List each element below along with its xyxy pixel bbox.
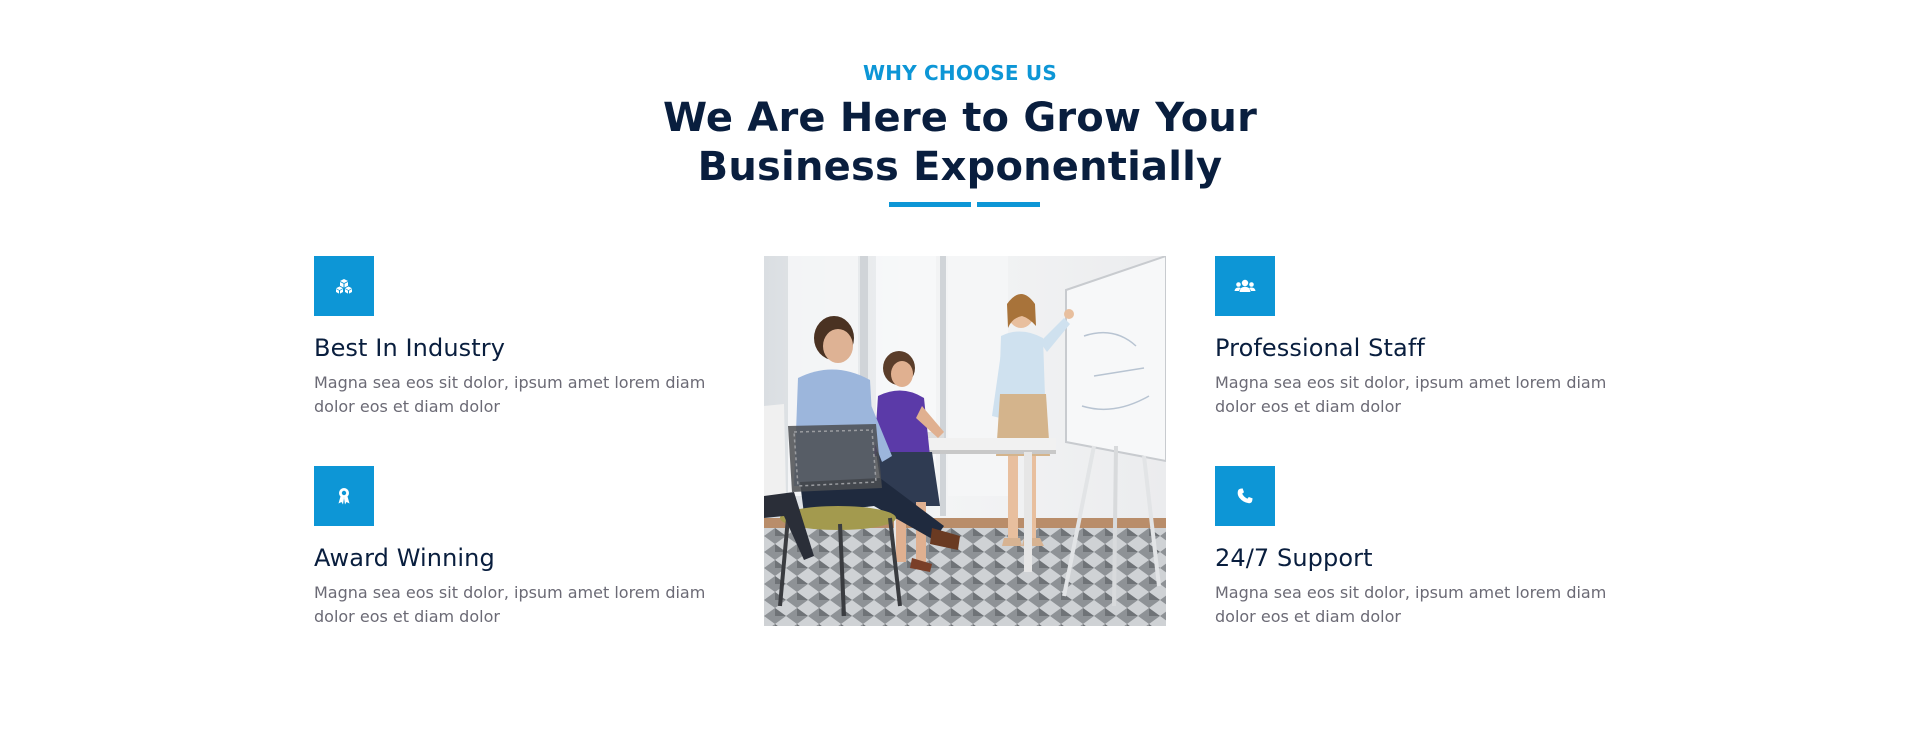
phone-icon <box>1237 488 1253 504</box>
title-divider-short <box>977 202 1040 207</box>
title-divider-long <box>889 202 971 207</box>
feature-24-7-support: 24/7 Support Magna sea eos sit dolor, ip… <box>1215 466 1635 629</box>
feature-icon-box <box>314 466 374 526</box>
feature-description: Magna sea eos sit dolor, ipsum amet lore… <box>314 373 706 416</box>
feature-professional-staff: Professional Staff Magna sea eos sit dol… <box>1215 256 1635 419</box>
section-headline: We Are Here to Grow Your Business Expone… <box>662 95 1258 190</box>
award-icon <box>338 488 350 505</box>
section-eyebrow: WHY CHOOSE US <box>863 61 1057 85</box>
feature-title: Professional Staff <box>1215 334 1425 362</box>
feature-description: Magna sea eos sit dolor, ipsum amet lore… <box>1215 583 1607 626</box>
feature-icon-box <box>1215 256 1275 316</box>
feature-title: 24/7 Support <box>1215 544 1373 572</box>
team-meeting-illustration <box>764 256 1166 626</box>
why-choose-us-section: WHY CHOOSE US We Are Here to Grow Your B… <box>0 0 1920 738</box>
feature-description: Magna sea eos sit dolor, ipsum amet lore… <box>314 583 706 626</box>
users-icon <box>1234 279 1256 292</box>
cubes-icon <box>336 279 352 294</box>
feature-best-in-industry: Best In Industry Magna sea eos sit dolor… <box>314 256 734 419</box>
team-meeting-image <box>764 256 1166 626</box>
feature-award-winning: Award Winning Magna sea eos sit dolor, i… <box>314 466 734 629</box>
feature-icon-box <box>314 256 374 316</box>
feature-title: Best In Industry <box>314 334 506 362</box>
feature-title: Award Winning <box>314 544 495 572</box>
feature-description: Magna sea eos sit dolor, ipsum amet lore… <box>1215 373 1607 416</box>
feature-icon-box <box>1215 466 1275 526</box>
